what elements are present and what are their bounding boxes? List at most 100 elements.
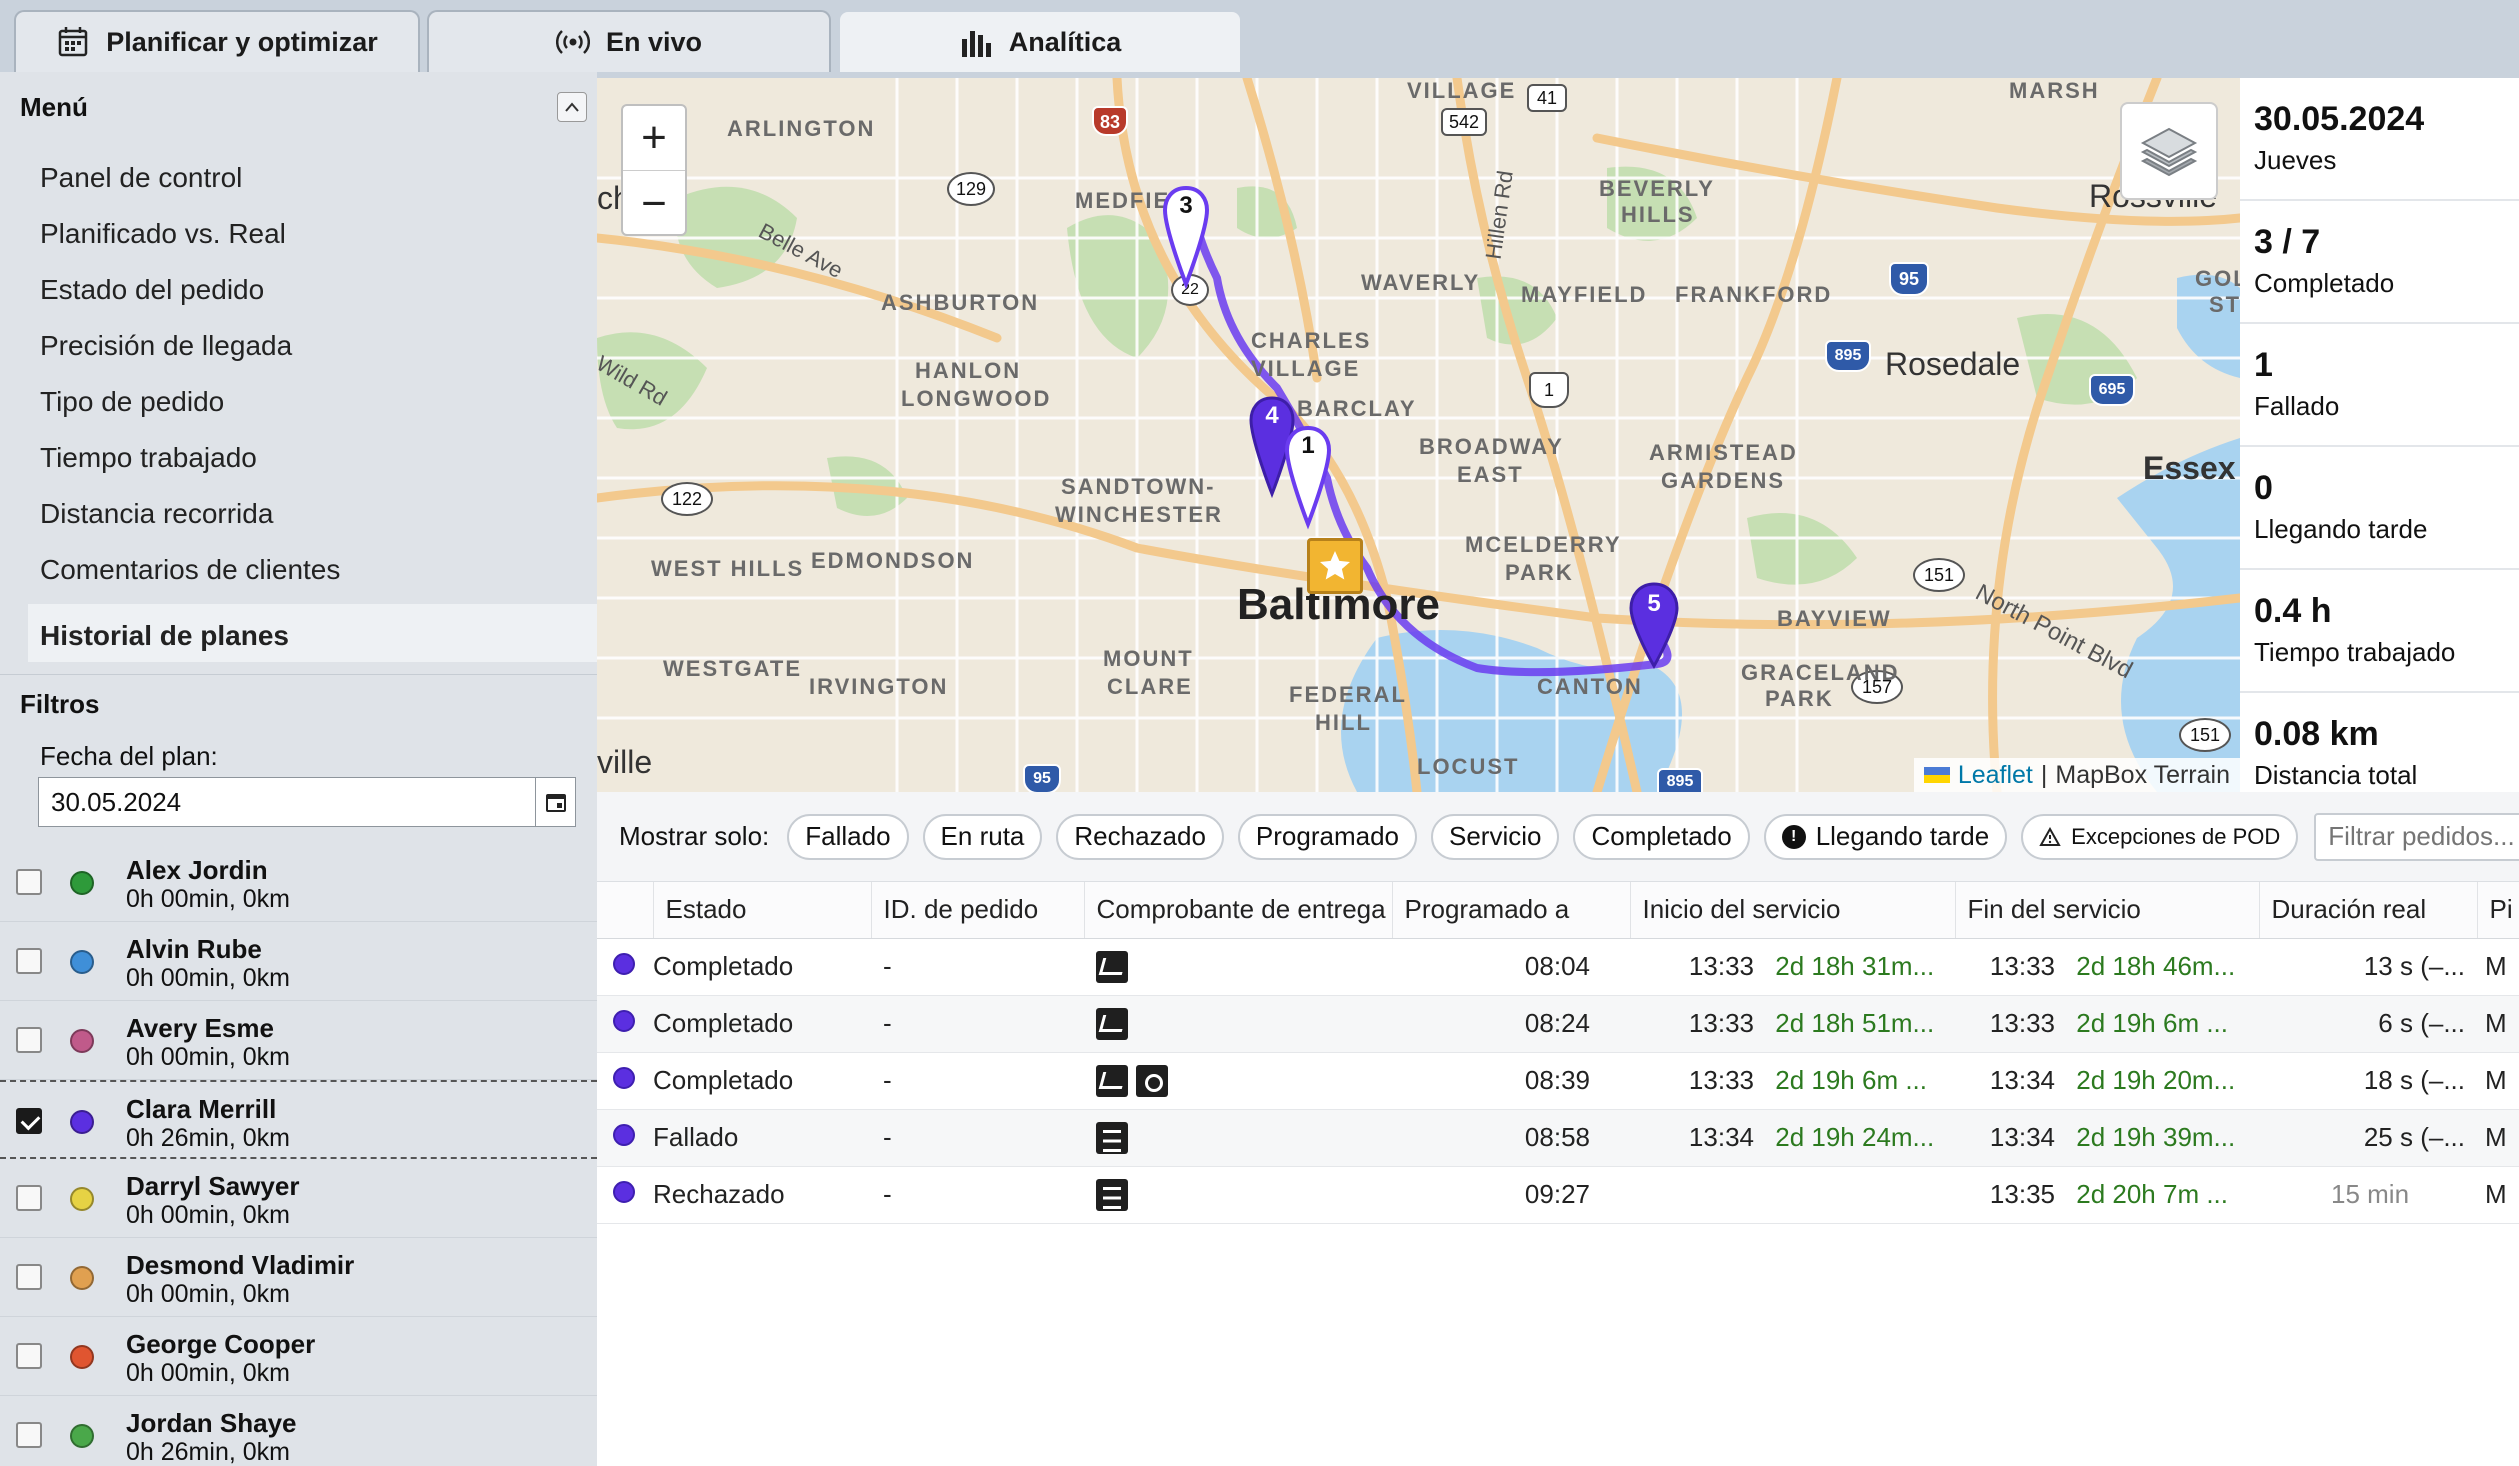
table-row[interactable]: Completado-signature08:0413:33 2d 18h 31… [597, 938, 2519, 996]
driver-row[interactable]: Desmond Vladimir 0h 00min, 0km [0, 1238, 597, 1317]
driver-stats: 0h 00min, 0km [126, 1280, 290, 1308]
route-shield: 151 [2179, 718, 2231, 752]
menu-item-planificado-vs-real[interactable]: Planificado vs. Real [0, 206, 597, 262]
filter-chip-fallado[interactable]: Fallado [787, 813, 909, 860]
signature-icon[interactable]: signature [1096, 1008, 1128, 1041]
calendar-icon [545, 794, 566, 812]
filter-chip-programado[interactable]: Programado [1237, 813, 1417, 860]
driver-checkbox[interactable] [16, 869, 42, 895]
driver-checkbox[interactable] [16, 1027, 42, 1053]
column-header-inicio[interactable]: Inicio del servicio [1630, 882, 1956, 939]
driver-checkbox[interactable] [16, 1108, 42, 1134]
menu-item-tiempo-trabajado[interactable]: Tiempo trabajado [0, 430, 597, 486]
filter-chip-completado[interactable]: Completado [1573, 813, 1750, 860]
orders-filter-bar: Mostrar solo: Fallado En ruta Rechazado … [597, 792, 2519, 882]
driver-row[interactable]: Clara Merrill 0h 26min, 0km [0, 1080, 597, 1159]
orders-table-body: Completado-signature08:0413:33 2d 18h 31… [597, 938, 2519, 1224]
status-dot [613, 1181, 635, 1203]
zoom-out-button[interactable]: − [623, 171, 685, 236]
driver-name: Clara Merrill [126, 1094, 277, 1124]
map-label: MARSH [2009, 78, 2100, 103]
column-header-pod[interactable]: Comprobante de entrega [1084, 882, 1393, 939]
table-row[interactable]: Rechazado-note09:27 13:35 2d 20h 7m ...1… [597, 1166, 2519, 1224]
table-row[interactable]: Completado-signaturephoto08:3913:33 2d 1… [597, 1052, 2519, 1110]
layers-icon [2140, 127, 2198, 177]
start-time: 13:34 [1688, 1122, 1754, 1152]
map[interactable]: 83 542 41 129 1 95 895 695 122 151 157 1… [597, 78, 2240, 792]
signature-icon[interactable]: signature [1096, 1065, 1128, 1098]
layers-button[interactable] [2120, 102, 2218, 200]
map-label: HILL [1315, 710, 1372, 735]
column-header-estado[interactable]: Estado [653, 882, 872, 939]
menu-item-estado-del-pedido[interactable]: Estado del pedido [0, 262, 597, 318]
map-marker[interactable]: 5 [1627, 580, 1681, 670]
calendar-icon [58, 27, 88, 57]
driver-checkbox[interactable] [16, 1343, 42, 1369]
filter-chip-rechazado[interactable]: Rechazado [1056, 813, 1224, 860]
table-row[interactable]: Completado-signature08:2413:33 2d 18h 51… [597, 995, 2519, 1053]
filter-chip-en-ruta[interactable]: En ruta [922, 813, 1043, 860]
driver-checkbox[interactable] [16, 948, 42, 974]
plan-date-input[interactable]: 30.05.2024 [38, 777, 576, 827]
order-id: - [871, 995, 1084, 1053]
pi-cell: M [2477, 995, 2519, 1053]
filter-chip-llegando-tarde[interactable]: ! Llegando tarde [1763, 813, 2008, 860]
menu-item-comentarios-de-clientes[interactable]: Comentarios de clientes [0, 542, 597, 598]
scheduled-time: 08:24 [1392, 995, 1630, 1053]
note-icon[interactable]: note [1096, 1122, 1128, 1155]
driver-row[interactable]: Alex Jordin 0h 00min, 0km [0, 843, 597, 922]
menu-item-precision-de-llegada[interactable]: Precisión de llegada [0, 318, 597, 374]
driver-color-dot [70, 1029, 94, 1053]
map-marker[interactable]: 3 [1161, 184, 1211, 294]
column-header-duracion[interactable]: Duración real [2259, 882, 2478, 939]
menu-item-distancia-recorrida[interactable]: Distancia recorrida [0, 486, 597, 542]
date-picker-button[interactable] [535, 778, 575, 826]
stat-value: 0.08 km [2254, 715, 2379, 753]
stat-label: Distancia total [2254, 760, 2418, 790]
driver-stats: 0h 00min, 0km [126, 1201, 290, 1229]
stat-date: 30.05.2024 Jueves [2240, 78, 2519, 201]
tab-en-vivo[interactable]: En vivo [427, 10, 831, 72]
stat-label: Tiempo trabajado [2254, 637, 2456, 667]
route-shield: 542 [1441, 108, 1487, 136]
start-cell: 13:33 2d 18h 31m... [1630, 938, 1955, 996]
end-time: 13:34 [1989, 1122, 2055, 1152]
driver-checkbox[interactable] [16, 1185, 42, 1211]
column-header-pi[interactable]: Pi [2477, 882, 2519, 939]
start-time: 13:33 [1688, 951, 1754, 981]
leaflet-link[interactable]: Leaflet [1958, 758, 2033, 792]
filter-chip-servicio[interactable]: Servicio [1431, 813, 1560, 860]
driver-row[interactable]: Alvin Rube 0h 00min, 0km [0, 922, 597, 1001]
collapse-button[interactable] [557, 92, 587, 122]
driver-row[interactable]: Darryl Sawyer 0h 00min, 0km [0, 1159, 597, 1238]
menu-item-historial-de-planes[interactable]: Historial de planes [28, 604, 597, 662]
pi-cell: M [2477, 1052, 2519, 1110]
driver-checkbox[interactable] [16, 1264, 42, 1290]
driver-row[interactable]: Jordan Shaye 0h 26min, 0km [0, 1396, 597, 1466]
signature-icon[interactable]: signature [1096, 951, 1128, 984]
driver-row[interactable]: George Cooper 0h 00min, 0km [0, 1317, 597, 1396]
end-relative: 2d 19h 6m ... [2076, 1008, 2228, 1038]
table-row[interactable]: Fallado-note08:5813:34 2d 19h 24m...13:3… [597, 1109, 2519, 1167]
map-label: MCELDERRY [1465, 532, 1622, 557]
driver-row[interactable]: Avery Esme 0h 00min, 0km [0, 1001, 597, 1080]
depot-marker[interactable] [1307, 538, 1363, 594]
driver-checkbox[interactable] [16, 1422, 42, 1448]
filter-chip-excepciones-pod[interactable]: Excepciones de POD [2021, 813, 2299, 860]
tab-planificar[interactable]: Planificar y optimizar [14, 10, 420, 72]
map-marker[interactable]: 1 [1283, 424, 1333, 534]
stat-value: 0 [2254, 469, 2273, 507]
note-icon[interactable]: note [1096, 1179, 1128, 1212]
actual-duration: 13 s (–... [2259, 938, 2477, 996]
column-header-fin[interactable]: Fin del servicio [1955, 882, 2260, 939]
column-header-programado[interactable]: Programado a [1392, 882, 1631, 939]
status-text: Completado [653, 995, 871, 1053]
end-time: 13:33 [1989, 951, 2055, 981]
menu-item-tipo-de-pedido[interactable]: Tipo de pedido [0, 374, 597, 430]
zoom-in-button[interactable]: + [623, 106, 685, 171]
menu-item-panel-de-control[interactable]: Panel de control [0, 150, 597, 206]
column-header-id[interactable]: ID. de pedido [871, 882, 1085, 939]
filter-orders-input[interactable] [2314, 812, 2519, 861]
camera-icon[interactable]: photo [1136, 1065, 1168, 1098]
tab-analitica[interactable]: Analítica [838, 10, 1242, 72]
